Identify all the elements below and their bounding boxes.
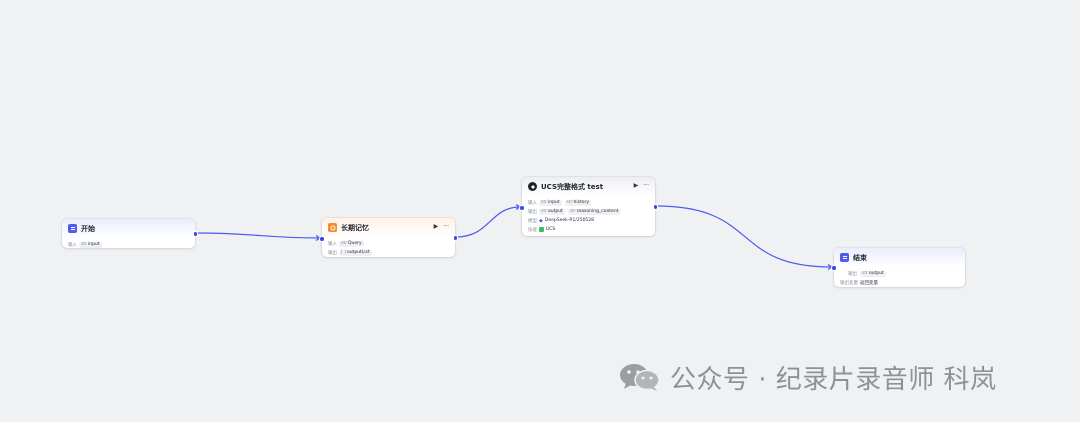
end-node-title: 结束 [853, 253, 867, 262]
memory-output-label: 输出 [328, 250, 337, 256]
llm-node[interactable]: UCS完整格式 test ▶ ··· 输入 str input str histor… [519, 177, 658, 238]
memory-node[interactable]: 长期记忆 ▶ ··· 输入 str Query 输出 [ ] outputList [319, 218, 458, 257]
llm-input-tag[interactable]: str history [564, 199, 591, 206]
start-icon [68, 224, 77, 233]
end-icon [840, 253, 849, 262]
start-input-row: 输入 str input [68, 240, 189, 249]
llm-input-tag[interactable]: str input [539, 199, 562, 206]
start-input-label: 输入 [68, 242, 77, 248]
edge-llm-to-end[interactable] [655, 205, 833, 268]
start-node-title: 开始 [81, 224, 95, 233]
watermark: 公众号 · 纪录片录音师 科岚 [618, 360, 997, 395]
start-output-port[interactable] [192, 231, 198, 237]
llm-node-title: UCS完整格式 test [541, 182, 604, 191]
start-node-body: 输入 str input [62, 238, 195, 253]
memory-input-tag[interactable]: str Query [339, 240, 364, 247]
deepseek-icon: ◆ [539, 217, 543, 224]
start-node-header: 开始 [62, 219, 195, 238]
memory-icon [328, 223, 337, 232]
llm-icon [528, 182, 537, 191]
llm-model-label: 模型 [528, 218, 537, 224]
memory-input-row: 输入 str Query [328, 239, 449, 248]
memory-input-port[interactable] [319, 236, 325, 242]
end-output-label: 输出 [848, 271, 857, 277]
llm-output-port[interactable] [652, 204, 658, 210]
memory-input-label: 输入 [328, 241, 337, 247]
end-mode-row: 输出变量 返回变量 [840, 278, 959, 287]
wechat-icon [618, 362, 662, 392]
end-mode-label: 输出变量 [840, 280, 858, 286]
llm-input-port[interactable] [519, 205, 525, 211]
memory-node-actions: ▶ ··· [434, 223, 449, 231]
llm-output-row: 输出 str output str reasoning_content [528, 207, 649, 216]
end-output-tag[interactable]: str output [860, 270, 886, 277]
end-input-port[interactable] [831, 265, 837, 271]
memory-output-tag[interactable]: [ ] outputList [339, 249, 372, 256]
llm-run-icon[interactable]: ▶ [634, 182, 639, 190]
edge-start-to-memory[interactable] [195, 232, 321, 239]
llm-model-row: 模型 ◆ DeepSeek-R1/250528 [528, 216, 649, 225]
memory-run-icon[interactable]: ▶ [434, 223, 439, 231]
watermark-text: 公众号 · 纪录片录音师 科岚 [670, 364, 997, 395]
memory-more-icon[interactable]: ··· [443, 223, 449, 231]
llm-output-tag[interactable]: str output [539, 208, 565, 215]
end-output-row: 输出 str output [840, 269, 959, 278]
llm-node-actions: ▶ ··· [634, 182, 649, 190]
llm-more-icon[interactable]: ··· [643, 182, 649, 190]
memory-output-row: 输出 [ ] outputList [328, 248, 449, 257]
skill-icon [539, 227, 544, 232]
edge-memory-to-llm[interactable] [455, 206, 521, 238]
memory-node-title: 长期记忆 [341, 223, 369, 232]
llm-node-body: 输入 str input str history 输出 str output str r… [522, 196, 655, 238]
end-node-header: 结束 [834, 248, 965, 267]
llm-model-value[interactable]: ◆ DeepSeek-R1/250528 [539, 218, 594, 224]
memory-node-body: 输入 str Query 输出 [ ] outputList [322, 237, 455, 261]
llm-output-tag[interactable]: str reasoning_content [567, 208, 621, 215]
llm-input-label: 输入 [528, 200, 537, 206]
memory-node-header: 长期记忆 ▶ ··· [322, 218, 455, 237]
llm-skill-row: 技能 UCS [528, 225, 649, 234]
llm-node-header: UCS完整格式 test ▶ ··· [522, 177, 655, 196]
end-node[interactable]: 结束 输出 str output 输出变量 返回变量 [831, 248, 965, 287]
llm-output-label: 输出 [528, 209, 537, 215]
start-node[interactable]: 开始 输入 str input [62, 219, 198, 248]
start-input-tag[interactable]: str input [79, 241, 102, 248]
workflow-canvas[interactable]: 开始 输入 strinput 长期记忆 ▶ ··· 输入 strQuery [0, 0, 1080, 422]
llm-skill-value[interactable]: UCS [539, 227, 555, 232]
llm-input-row: 输入 str input str history [528, 198, 649, 207]
memory-output-port[interactable] [452, 235, 458, 241]
end-node-body: 输出 str output 输出变量 返回变量 [834, 267, 965, 291]
llm-skill-label: 技能 [528, 227, 537, 233]
end-mode-value[interactable]: 返回变量 [860, 280, 878, 286]
